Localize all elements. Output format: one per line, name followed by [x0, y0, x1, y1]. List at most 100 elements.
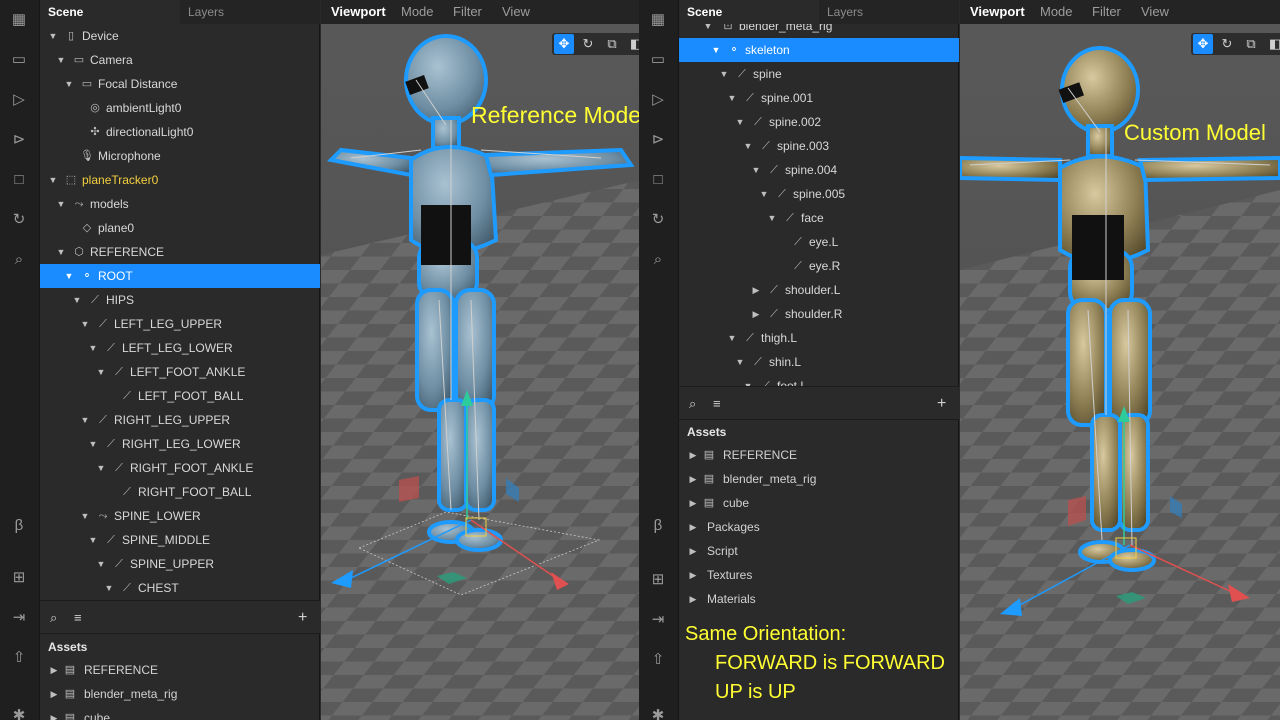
viewport-reference[interactable]: Viewport Mode Filter View ✥ ↻ ⧉ ◧ Refere… [321, 0, 640, 720]
viewport-custom[interactable]: Viewport Mode Filter View ✥ ↻ ⧉ ◧ Custom… [960, 0, 1280, 720]
chevron-down-icon[interactable]: ▼ [96, 552, 106, 576]
chevron-down-icon[interactable]: ▼ [727, 86, 737, 110]
chevron-down-icon[interactable]: ▼ [64, 264, 74, 288]
chevron-right-icon[interactable]: ▶ [751, 302, 761, 326]
search-icon[interactable]: ⌕ [689, 387, 696, 421]
tree-item-face[interactable]: ▼ ⟋ face [679, 206, 959, 230]
import-icon[interactable]: ⇥ [9, 608, 29, 628]
rotate-tool-icon[interactable]: ↻ [1217, 34, 1237, 54]
layout-icon[interactable]: ▦ [9, 10, 29, 30]
tree-item-spine-lower[interactable]: ▼ ⤳ SPINE_LOWER [40, 504, 320, 528]
menu-viewport[interactable]: Viewport [970, 0, 1025, 24]
menu-filter[interactable]: Filter [1092, 0, 1121, 24]
search-icon[interactable]: ⌕ [50, 601, 57, 635]
scale-tool-icon[interactable]: ⧉ [1241, 34, 1261, 54]
tree-item-spine-001[interactable]: ▼ ⟋ spine.001 [679, 86, 959, 110]
add-object-icon[interactable]: + [937, 387, 946, 421]
menu-view[interactable]: View [1141, 0, 1169, 24]
asset-item-reference[interactable]: ▶ ▤ REFERENCE [40, 658, 320, 682]
tree-item-spine-middle[interactable]: ▼ ⟋ SPINE_MIDDLE [40, 528, 320, 552]
chevron-down-icon[interactable]: ▼ [727, 326, 737, 350]
layout-icon[interactable]: ▦ [648, 10, 668, 30]
add-object-icon[interactable]: + [298, 601, 307, 635]
tree-item-microphone[interactable]: 🎙 Microphone [40, 144, 320, 168]
chevron-down-icon[interactable]: ▼ [48, 168, 58, 192]
tree-item-chest[interactable]: ▼ ⟋ CHEST [40, 576, 320, 600]
play-icon[interactable]: ▷ [9, 90, 29, 110]
tree-item-hips[interactable]: ▼ ⟋ HIPS [40, 288, 320, 312]
tree-item-right-foot-ankle[interactable]: ▼ ⟋ RIGHT_FOOT_ANKLE [40, 456, 320, 480]
asset-item-cube[interactable]: ▶ ▤ cube [40, 706, 320, 720]
scale-tool-icon[interactable]: ⧉ [602, 34, 622, 54]
chevron-right-icon[interactable]: ▶ [49, 658, 59, 682]
bug-icon[interactable]: ✱ [648, 706, 668, 720]
add-icon[interactable]: ⊞ [9, 568, 29, 588]
beta-icon[interactable]: β [648, 516, 668, 536]
x-plane-handle[interactable] [399, 476, 419, 502]
tab-layers[interactable]: Layers [180, 0, 320, 24]
tree-item-shoulder-r[interactable]: ▶ ⟋ shoulder.R [679, 302, 959, 326]
tree-row-partial[interactable]: ▼ ⊡ blender_meta_rig [679, 24, 959, 38]
chevron-down-icon[interactable]: ▼ [72, 288, 82, 312]
tab-layers[interactable]: Layers [819, 0, 959, 24]
tree-item-left-foot-ankle[interactable]: ▼ ⟋ LEFT_FOOT_ANKLE [40, 360, 320, 384]
chevron-right-icon[interactable]: ▶ [49, 706, 59, 720]
tree-item-root[interactable]: ▼ ⚬ ROOT [40, 264, 320, 288]
beta-icon[interactable]: β [9, 516, 29, 536]
tree-item-plane0[interactable]: ◇ plane0 [40, 216, 320, 240]
chevron-down-icon[interactable]: ▼ [64, 72, 74, 96]
tree-item-spine-004[interactable]: ▼ ⟋ spine.004 [679, 158, 959, 182]
filter-icon[interactable]: ≡ [713, 387, 721, 421]
asset-item-blender-meta-rig[interactable]: ▶ ▤ blender_meta_rig [679, 467, 959, 491]
chevron-down-icon[interactable]: ▼ [88, 528, 98, 552]
refresh-icon[interactable]: ↻ [9, 210, 29, 230]
tree-item-camera[interactable]: ▼ ▭ Camera [40, 48, 320, 72]
menu-viewport[interactable]: Viewport [331, 0, 386, 24]
tree-item-ambientlight0[interactable]: ◎ ambientLight0 [40, 96, 320, 120]
tree-item-reference[interactable]: ▼ ⬡ REFERENCE [40, 240, 320, 264]
asset-item-cube[interactable]: ▶ ▤ cube [679, 491, 959, 515]
asset-item-packages[interactable]: ▶ Packages [679, 515, 959, 539]
chevron-right-icon[interactable]: ▶ [688, 491, 698, 515]
chevron-right-icon[interactable]: ▶ [688, 587, 698, 611]
tree-item-eye-r[interactable]: ⟋ eye.R [679, 254, 959, 278]
tab-scene[interactable]: Scene [679, 0, 819, 24]
tree-item-right-leg-upper[interactable]: ▼ ⟋ RIGHT_LEG_UPPER [40, 408, 320, 432]
chevron-down-icon[interactable]: ▼ [80, 504, 90, 528]
chevron-right-icon[interactable]: ▶ [688, 515, 698, 539]
tree-item-spine-005[interactable]: ▼ ⟋ spine.005 [679, 182, 959, 206]
chevron-down-icon[interactable]: ▼ [767, 206, 777, 230]
chevron-down-icon[interactable]: ▼ [80, 408, 90, 432]
tree-item-planetracker0[interactable]: ▼ ⬚ planeTracker0 [40, 168, 320, 192]
tree-item-left-foot-ball[interactable]: ⟋ LEFT_FOOT_BALL [40, 384, 320, 408]
chevron-right-icon[interactable]: ▶ [688, 539, 698, 563]
asset-item-reference[interactable]: ▶ ▤ REFERENCE [679, 443, 959, 467]
chevron-down-icon[interactable]: ▼ [751, 158, 761, 182]
refresh-icon[interactable]: ↻ [648, 210, 668, 230]
chevron-down-icon[interactable]: ▼ [743, 374, 753, 386]
move-tool-icon[interactable]: ✥ [554, 34, 574, 54]
chevron-down-icon[interactable]: ▼ [96, 360, 106, 384]
asset-item-script[interactable]: ▶ Script [679, 539, 959, 563]
tree-item-eye-l[interactable]: ⟋ eye.L [679, 230, 959, 254]
chevron-down-icon[interactable]: ▼ [735, 350, 745, 374]
upload-icon[interactable]: ⇧ [9, 648, 29, 668]
menu-mode[interactable]: Mode [401, 0, 434, 24]
tree-item-skeleton[interactable]: ▼ ⚬ skeleton [679, 38, 959, 62]
asset-item-blender-meta-rig[interactable]: ▶ ▤ blender_meta_rig [40, 682, 320, 706]
tree-item-shoulder-l[interactable]: ▶ ⟋ shoulder.L [679, 278, 959, 302]
chevron-down-icon[interactable]: ▼ [88, 336, 98, 360]
step-icon[interactable]: ⊳ [9, 130, 29, 150]
menu-view[interactable]: View [502, 0, 530, 24]
filter-icon[interactable]: ≡ [74, 601, 82, 635]
chevron-right-icon[interactable]: ▶ [688, 443, 698, 467]
local-space-icon[interactable]: ◧ [626, 34, 640, 54]
chevron-down-icon[interactable]: ▼ [48, 24, 58, 48]
tree-item-spine-upper[interactable]: ▼ ⟋ SPINE_UPPER [40, 552, 320, 576]
add-icon[interactable]: ⊞ [648, 570, 668, 590]
tree-item-left-leg-upper[interactable]: ▼ ⟋ LEFT_LEG_UPPER [40, 312, 320, 336]
tree-item-right-leg-lower[interactable]: ▼ ⟋ RIGHT_LEG_LOWER [40, 432, 320, 456]
upload-icon[interactable]: ⇧ [648, 650, 668, 670]
menu-filter[interactable]: Filter [453, 0, 482, 24]
chevron-down-icon[interactable]: ▼ [80, 312, 90, 336]
